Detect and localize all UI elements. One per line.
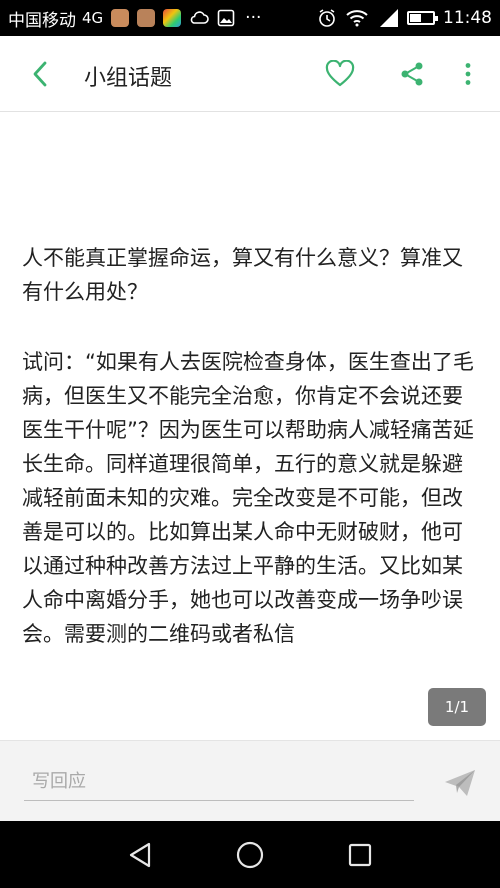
paper-plane-icon xyxy=(443,768,477,798)
status-left: 中国移动 4G ··· xyxy=(8,6,261,31)
more-options-button[interactable] xyxy=(452,56,484,92)
nav-home-button[interactable] xyxy=(234,839,266,871)
share-icon xyxy=(398,60,426,88)
more-notifications-icon: ··· xyxy=(245,8,262,28)
chevron-left-icon xyxy=(31,61,49,87)
send-button[interactable] xyxy=(440,763,480,803)
status-bar: 中国移动 4G ··· 11:48 xyxy=(0,0,500,36)
triangle-back-icon xyxy=(127,841,153,869)
carrier-name: 中国移动 xyxy=(8,10,76,31)
heart-icon xyxy=(325,60,355,88)
wifi-icon xyxy=(345,9,369,27)
page-indicator: 1/1 xyxy=(428,688,486,726)
post-body: 试问：“如果有人去医院检查身体，医生查出了毛病，但医生又不能完全治愈，你肯定不会… xyxy=(22,350,474,646)
alarm-icon xyxy=(317,8,337,28)
favorite-button[interactable] xyxy=(322,56,358,92)
app-notification-icon xyxy=(111,9,130,27)
post-heading: 人不能真正掌握命运，算又有什么意义？算准又有什么用处？ xyxy=(22,246,463,304)
status-right: 11:48 xyxy=(317,8,492,28)
battery-icon xyxy=(407,11,438,25)
back-button[interactable] xyxy=(22,56,58,92)
page-title: 小组话题 xyxy=(84,66,173,91)
post-content: 人不能真正掌握命运，算又有什么意义？算准又有什么用处？ 试问：“如果有人去医院检… xyxy=(0,113,500,740)
share-button[interactable] xyxy=(394,56,430,92)
system-navigation-bar xyxy=(0,821,500,888)
reply-input[interactable] xyxy=(24,763,414,801)
reply-bar xyxy=(0,740,500,821)
nav-recent-apps-button[interactable] xyxy=(344,839,376,871)
circle-home-icon xyxy=(235,840,265,870)
nav-back-button[interactable] xyxy=(124,839,156,871)
signal-icon xyxy=(377,8,399,28)
cloud-icon xyxy=(189,10,209,26)
app-notification-icon xyxy=(163,9,182,27)
more-vertical-icon xyxy=(464,62,472,86)
app-notification-icon xyxy=(137,9,156,27)
app-bar: 小组话题 xyxy=(0,36,500,112)
image-icon xyxy=(217,9,235,27)
square-recent-icon xyxy=(347,842,373,868)
network-type: 4G xyxy=(82,9,104,27)
status-time: 11:48 xyxy=(443,8,492,28)
